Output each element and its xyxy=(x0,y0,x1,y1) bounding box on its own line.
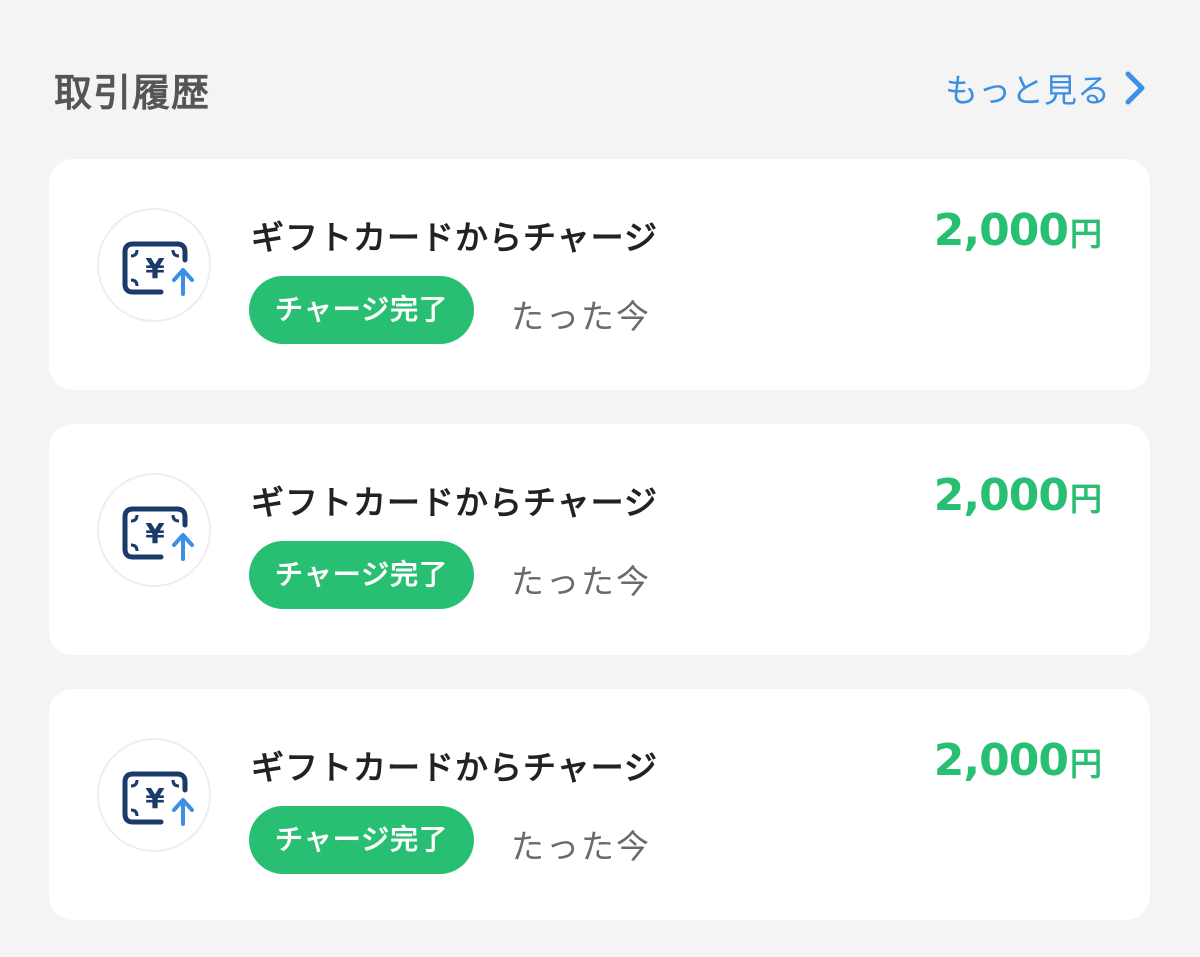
transaction-title: ギフトカードからチャージ xyxy=(251,483,659,522)
amount-unit: 円 xyxy=(1069,745,1102,783)
transaction-title: ギフトカードからチャージ xyxy=(251,748,659,787)
yen-charge-icon: ¥ xyxy=(97,738,211,852)
amount-value: 2,000 xyxy=(933,470,1069,521)
transaction-history-header: 取引履歴 もっと見る xyxy=(54,56,1150,116)
svg-text:¥: ¥ xyxy=(145,252,165,285)
transaction-time: たった今 xyxy=(511,297,651,336)
status-badge: チャージ完了 xyxy=(249,806,475,874)
transaction-time: たった今 xyxy=(511,562,651,601)
amount-unit: 円 xyxy=(1069,480,1102,518)
chevron-right-icon xyxy=(1120,68,1148,108)
yen-charge-icon: ¥ xyxy=(97,208,211,322)
transaction-amount: 2,000 円 xyxy=(934,470,1102,521)
status-badge: チャージ完了 xyxy=(249,276,475,344)
transaction-amount: 2,000 円 xyxy=(934,735,1102,786)
amount-value: 2,000 xyxy=(933,735,1069,786)
transaction-item[interactable]: ¥ ギフトカードからチャージ チャージ完了 たった今 2,000 円 xyxy=(49,689,1150,920)
transaction-list: ¥ ギフトカードからチャージ チャージ完了 たった今 2,000 円 ¥ ギフト… xyxy=(49,159,1150,954)
transaction-item[interactable]: ¥ ギフトカードからチャージ チャージ完了 たった今 2,000 円 xyxy=(49,424,1150,655)
status-badge: チャージ完了 xyxy=(249,541,475,609)
transaction-item[interactable]: ¥ ギフトカードからチャージ チャージ完了 たった今 2,000 円 xyxy=(49,159,1150,390)
transaction-amount: 2,000 円 xyxy=(934,205,1102,256)
transaction-title: ギフトカードからチャージ xyxy=(251,218,659,257)
amount-unit: 円 xyxy=(1069,215,1102,253)
svg-text:¥: ¥ xyxy=(145,517,165,550)
yen-charge-icon: ¥ xyxy=(97,473,211,587)
section-title: 取引履歴 xyxy=(54,71,211,115)
see-more-label: もっと見る xyxy=(945,71,1110,110)
transaction-time: たった今 xyxy=(511,827,651,866)
amount-value: 2,000 xyxy=(933,205,1069,256)
svg-text:¥: ¥ xyxy=(145,782,165,815)
see-more-link[interactable]: もっと見る xyxy=(945,64,1148,112)
